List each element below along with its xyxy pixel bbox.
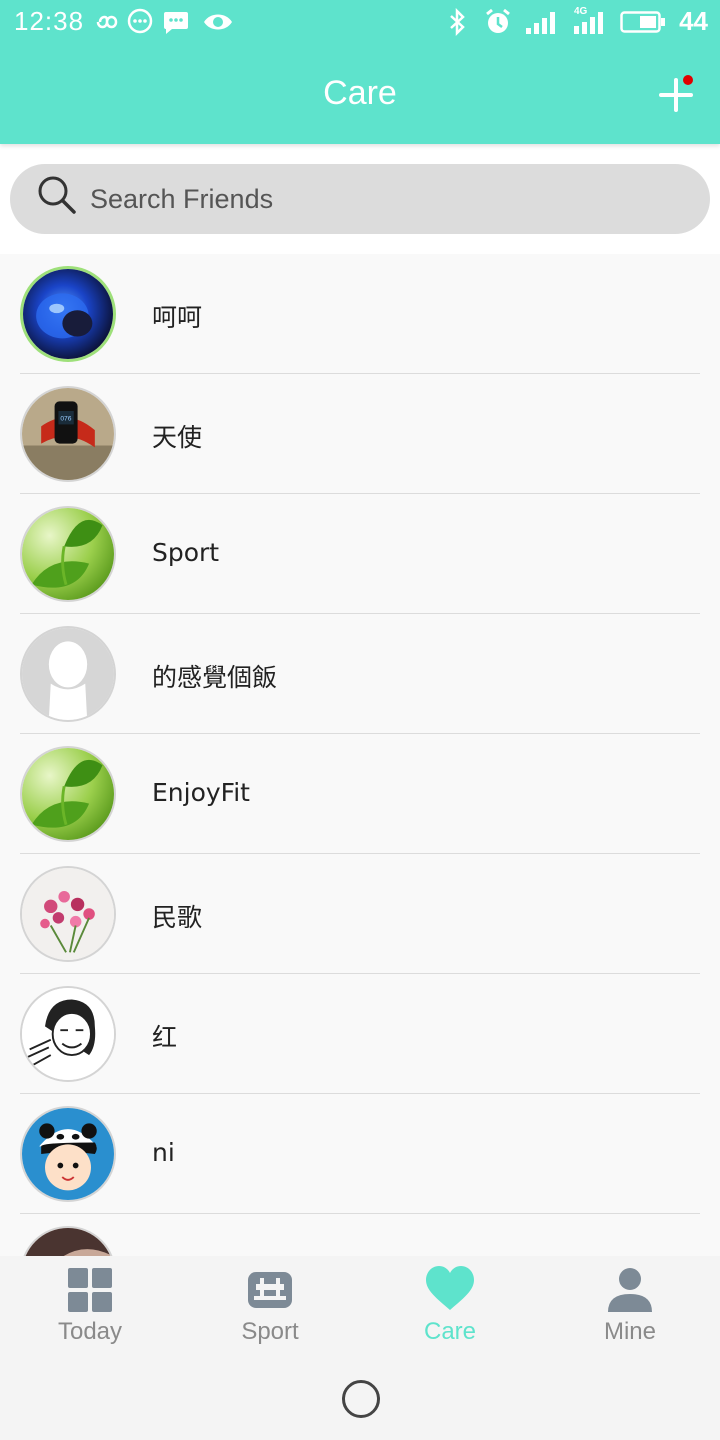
notification-dot bbox=[683, 75, 693, 85]
friend-avatar bbox=[20, 1226, 116, 1256]
friend-avatar bbox=[20, 626, 116, 722]
blue-object-photo bbox=[23, 269, 113, 359]
message-icon bbox=[164, 12, 188, 34]
friend-name: 天使 bbox=[152, 423, 203, 452]
status-time: 12:38 bbox=[14, 6, 85, 36]
search-area: Search Friends bbox=[0, 144, 720, 254]
friend-avatar bbox=[20, 986, 116, 1082]
friend-row[interactable]: 076 天使 bbox=[20, 374, 700, 494]
alarm-icon bbox=[486, 8, 510, 33]
friend-row[interactable]: 红 bbox=[20, 974, 700, 1094]
signal-icon bbox=[526, 12, 555, 34]
friend-name: Sport bbox=[152, 538, 220, 567]
friend-row[interactable]: 的感覺個飯 bbox=[20, 614, 700, 734]
search-placeholder: Search Friends bbox=[90, 184, 274, 214]
friend-list: 呵呵 076 天使 Sport 的感覺個飯 EnjoyFit 民歌 红 ni bbox=[0, 254, 720, 1256]
signal-4g-icon bbox=[574, 12, 603, 34]
heart-icon bbox=[426, 1266, 474, 1310]
eye-notification-icon bbox=[204, 14, 232, 30]
tab-sport[interactable]: Sport bbox=[180, 1256, 360, 1360]
friend-row[interactable] bbox=[20, 1214, 700, 1256]
green-leaf-photo bbox=[22, 748, 114, 840]
infinity-icon bbox=[96, 15, 118, 29]
flowers-photo bbox=[22, 868, 114, 960]
panda-hat-cartoon bbox=[22, 1108, 114, 1200]
friend-avatar bbox=[20, 866, 116, 962]
status-bar: 12:38 4G 44 bbox=[0, 0, 720, 44]
page-title: Care bbox=[323, 74, 397, 112]
chat-bubble-icon bbox=[127, 8, 153, 34]
fitness-band-photo: 076 bbox=[22, 388, 114, 480]
friend-row[interactable]: 民歌 bbox=[20, 854, 700, 974]
app-header: 12:38 4G 44 Care bbox=[0, 0, 720, 144]
friend-name: ni bbox=[152, 1138, 175, 1167]
friend-name: 的感覺個飯 bbox=[152, 663, 278, 692]
search-icon bbox=[38, 176, 76, 214]
friend-name: 民歌 bbox=[152, 903, 203, 932]
friend-row[interactable]: Sport bbox=[20, 494, 700, 614]
friend-row[interactable]: ni bbox=[20, 1094, 700, 1214]
battery-level: 44 bbox=[679, 6, 708, 36]
search-input[interactable]: Search Friends bbox=[10, 164, 710, 234]
friend-name: EnjoyFit bbox=[152, 778, 250, 807]
bottom-navigation: Today Sport Care Mine bbox=[0, 1256, 720, 1360]
tab-today[interactable]: Today bbox=[0, 1256, 180, 1360]
friend-avatar bbox=[20, 266, 116, 362]
person-icon bbox=[608, 1268, 652, 1312]
meme-face-drawing bbox=[22, 988, 114, 1080]
tab-mine[interactable]: Mine bbox=[540, 1256, 720, 1360]
system-navigation-bar bbox=[0, 1360, 720, 1440]
friend-row[interactable]: EnjoyFit bbox=[20, 734, 700, 854]
friend-avatar bbox=[20, 506, 116, 602]
plus-icon bbox=[659, 75, 693, 112]
friend-avatar bbox=[20, 746, 116, 842]
default-person-avatar bbox=[22, 628, 114, 720]
green-leaf-photo bbox=[22, 508, 114, 600]
portrait-photo bbox=[22, 1228, 114, 1256]
tab-today-label: Today bbox=[57, 1318, 123, 1345]
friend-avatar bbox=[20, 1106, 116, 1202]
dumbbell-icon bbox=[248, 1272, 292, 1308]
tab-care[interactable]: Care bbox=[360, 1256, 540, 1360]
friend-name: 红 bbox=[152, 1023, 178, 1052]
friend-name: 呵呵 bbox=[152, 303, 203, 332]
bluetooth-icon bbox=[450, 8, 465, 36]
tab-mine-label: Mine bbox=[603, 1318, 657, 1345]
tab-care-label: Care bbox=[423, 1318, 477, 1345]
add-friend-button[interactable] bbox=[652, 70, 700, 118]
home-button[interactable] bbox=[342, 1380, 380, 1418]
tab-sport-label: Sport bbox=[241, 1318, 299, 1345]
battery-icon bbox=[620, 11, 665, 33]
svg-text:076: 076 bbox=[60, 416, 71, 423]
friend-row[interactable]: 呵呵 bbox=[20, 254, 700, 374]
friend-avatar: 076 bbox=[20, 386, 116, 482]
grid-icon bbox=[68, 1268, 112, 1312]
